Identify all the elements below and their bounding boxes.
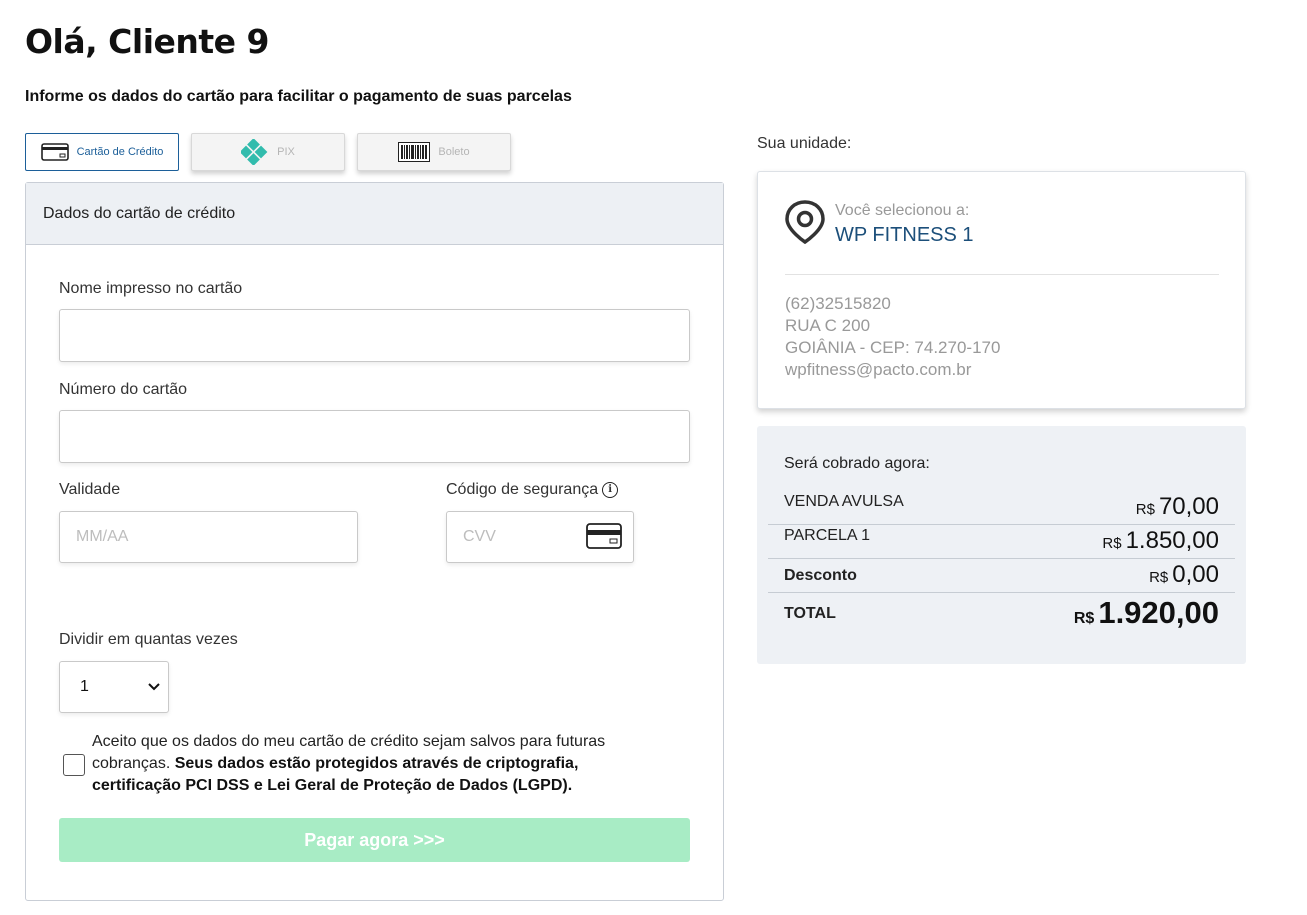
total-value: R$ 1.920,00 <box>1074 595 1219 631</box>
cvv-label-group: Código de segurança i <box>446 481 619 499</box>
expiry-label: Validade <box>59 481 121 498</box>
credit-card-form: Dados do cartão de crédito Nome impresso… <box>25 182 724 901</box>
charge-summary: Será cobrado agora: VENDA AVULSA R$ 70,00… <box>757 426 1246 664</box>
amount: 0,00 <box>1172 561 1219 588</box>
card-number-input[interactable] <box>59 410 690 463</box>
tab-label: PIX <box>277 146 295 158</box>
expiry-input[interactable] <box>59 511 358 563</box>
summary-title: Será cobrado agora: <box>784 455 930 472</box>
form-title: Dados do cartão de crédito <box>26 183 723 245</box>
barcode-icon <box>398 142 431 162</box>
item-name: VENDA AVULSA <box>784 493 904 510</box>
divider <box>785 274 1219 275</box>
unit-details: (62)32515820 RUA C 200 GOIÂNIA - CEP: 74… <box>785 293 1000 381</box>
unit-selected-label: Você selecionou a: <box>835 202 970 219</box>
amount: 70,00 <box>1158 493 1219 520</box>
currency: R$ <box>1102 535 1122 552</box>
tab-boleto[interactable]: Boleto <box>357 133 511 171</box>
consent-checkbox[interactable] <box>63 754 85 776</box>
amount: 1.850,00 <box>1125 527 1219 554</box>
tab-credit-card[interactable]: Cartão de Crédito <box>25 133 179 171</box>
card-number-label: Número do cartão <box>59 381 188 398</box>
discount-value: R$ 0,00 <box>1149 561 1219 589</box>
summary-row: PARCELA 1 R$ 1.850,00 <box>768 525 1235 559</box>
discount-row: Desconto R$ 0,00 <box>768 559 1235 593</box>
chevron-down-icon <box>148 678 160 696</box>
card-back-icon <box>586 523 622 554</box>
unit-city: GOIÂNIA - CEP: 74.270-170 <box>785 338 1001 357</box>
location-pin-icon <box>785 200 825 249</box>
summary-row: VENDA AVULSA R$ 70,00 <box>768 488 1235 525</box>
amount: 1.920,00 <box>1098 595 1219 630</box>
installments-label: Dividir em quantas vezes <box>59 631 238 648</box>
currency: R$ <box>1135 501 1155 518</box>
page-subtitle: Informe os dados do cartão para facilita… <box>25 88 572 105</box>
tab-label: Boleto <box>438 146 470 158</box>
item-name: PARCELA 1 <box>784 527 870 544</box>
unit-name: WP FITNESS 1 <box>835 224 974 246</box>
name-label: Nome impresso no cartão <box>59 280 243 297</box>
tab-pix[interactable]: PIX <box>191 133 345 171</box>
unit-email: wpfitness@pacto.com.br <box>785 360 972 379</box>
unit-card: Você selecionou a: WP FITNESS 1 (62)3251… <box>757 171 1246 409</box>
item-value: R$ 70,00 <box>1136 493 1219 521</box>
total-label: TOTAL <box>784 605 836 622</box>
pay-now-button[interactable]: Pagar agora >>> <box>59 818 690 862</box>
total-row: TOTAL R$ 1.920,00 <box>768 593 1235 637</box>
unit-section-label: Sua unidade: <box>757 135 852 152</box>
unit-phone: (62)32515820 <box>785 294 891 313</box>
consent-text: Aceito que os dados do meu cartão de cré… <box>92 731 662 797</box>
installments-value: 1 <box>80 678 89 695</box>
pix-icon <box>241 139 269 165</box>
tab-label: Cartão de Crédito <box>76 146 164 158</box>
greeting-heading: Olá, Cliente 9 <box>25 22 269 61</box>
payment-method-tabs: Cartão de Crédito PIX Boleto <box>25 133 511 171</box>
discount-label: Desconto <box>784 567 857 584</box>
item-value: R$ 1.850,00 <box>1102 527 1219 555</box>
installments-select[interactable]: 1 <box>59 661 169 713</box>
currency: R$ <box>1149 569 1169 586</box>
cardholder-name-input[interactable] <box>59 309 690 362</box>
info-icon[interactable]: i <box>602 481 619 498</box>
unit-address: RUA C 200 <box>785 316 871 335</box>
cvv-label: Código de segurança <box>446 481 599 498</box>
currency: R$ <box>1073 610 1095 627</box>
credit-card-icon <box>40 143 69 161</box>
